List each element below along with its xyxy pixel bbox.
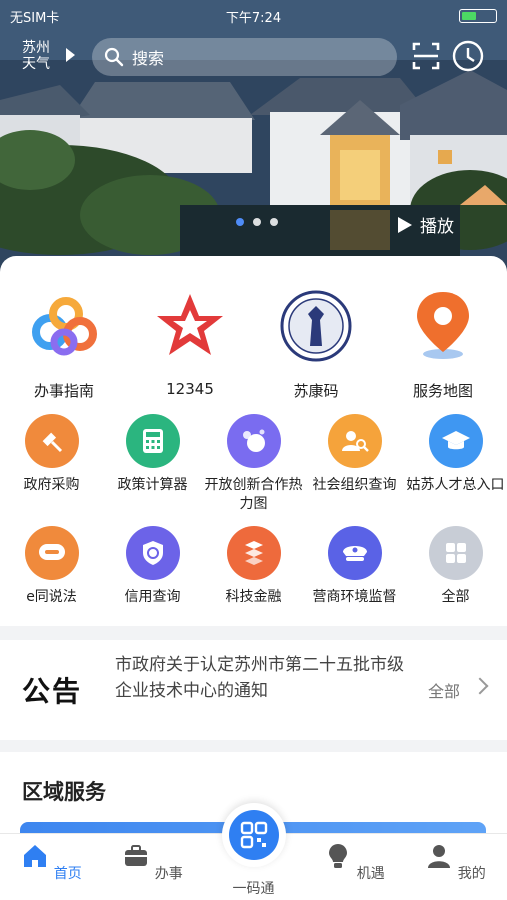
service-law-consult[interactable]: e同说法 xyxy=(1,526,102,607)
police-cap-icon xyxy=(327,526,382,580)
service-map[interactable]: 服务地图 xyxy=(380,286,506,401)
service-label: 科技金融 xyxy=(225,589,282,605)
profile-icon xyxy=(428,845,451,868)
weather-button[interactable]: 苏州天气 xyxy=(22,40,82,72)
service-tech-finance[interactable]: 科技金融 xyxy=(203,526,304,607)
chat-law-icon xyxy=(24,526,79,580)
one-code-button[interactable] xyxy=(222,803,286,867)
carousel-dot xyxy=(236,218,244,226)
finance-icon xyxy=(226,526,281,580)
bubbles-icon xyxy=(226,414,281,468)
clock: 下午7:24 xyxy=(225,10,282,26)
graduation-cap-icon xyxy=(428,414,483,468)
tab-label: 办事 xyxy=(154,866,183,882)
service-business-supervision[interactable]: 营商环境监督 xyxy=(304,526,405,607)
service-label: 办事指南 xyxy=(33,382,94,400)
carousel-indicator xyxy=(236,218,278,226)
tab-label: 一码通 xyxy=(232,881,275,897)
service-label: 全部 xyxy=(441,589,470,605)
briefcase-icon xyxy=(125,845,148,866)
service-label: 开放创新合作热力图 xyxy=(204,477,303,512)
tab-profile[interactable]: 我的 xyxy=(405,842,506,883)
weather-label: 苏州天气 xyxy=(22,40,50,72)
search-placeholder: 搜索 xyxy=(132,49,165,68)
hero-banner[interactable]: 无SIM卡 下午7:24 苏州天气 搜索 播放 xyxy=(0,0,507,275)
tab-label: 机遇 xyxy=(356,866,385,882)
message-icon[interactable] xyxy=(450,38,486,74)
service-label: 信用查询 xyxy=(124,589,181,605)
credit-shield-icon xyxy=(125,526,180,580)
qr-code-icon xyxy=(229,810,279,860)
notice-title: 公告 xyxy=(22,675,83,708)
service-credit-query[interactable]: 信用查询 xyxy=(102,526,203,607)
gavel-icon xyxy=(24,414,79,468)
search-icon xyxy=(104,47,124,67)
service-label: 政府采购 xyxy=(23,477,80,493)
calculator-icon xyxy=(125,414,180,468)
services-card: 办事指南 12345 苏康码 服务地图 政府采购 政策计算器 开放创新合作热力图… xyxy=(0,256,507,626)
tab-opportunity[interactable]: 机遇 xyxy=(304,842,405,883)
service-social-org[interactable]: 社会组织查询 xyxy=(304,414,405,495)
service-health-code[interactable]: 苏康码 xyxy=(253,286,379,401)
notice-text[interactable]: 市政府关于认定苏州市第二十五批市级企业技术中心的通知 xyxy=(115,652,415,704)
tab-label: 首页 xyxy=(53,866,82,882)
lightbulb-icon xyxy=(329,844,348,868)
service-procurement[interactable]: 政府采购 xyxy=(1,414,102,495)
red-star-icon xyxy=(157,294,223,355)
tab-services[interactable]: 办事 xyxy=(102,842,203,883)
play-button[interactable]: 播放 xyxy=(398,212,454,237)
status-bar: 无SIM卡 下午7:24 xyxy=(10,6,497,26)
search-bar[interactable]: 搜索 xyxy=(92,38,397,76)
service-label: 姑苏人才总入口 xyxy=(406,477,505,493)
service-label: 社会组织查询 xyxy=(312,477,397,493)
service-label: 政策计算器 xyxy=(117,477,188,493)
featured-services: 办事指南 12345 苏康码 服务地图 xyxy=(0,286,507,400)
map-pin-icon xyxy=(417,292,469,359)
battery-icon xyxy=(459,9,497,23)
service-label: 营商环境监督 xyxy=(312,589,397,605)
carousel-dot xyxy=(253,218,261,226)
play-triangle-icon xyxy=(66,48,75,62)
play-label: 播放 xyxy=(420,217,454,237)
service-all[interactable]: 全部 xyxy=(405,526,506,607)
service-12345[interactable]: 12345 xyxy=(127,286,253,398)
person-search-icon xyxy=(327,414,382,468)
service-label: 服务地图 xyxy=(412,382,473,400)
service-innovation-heatmap[interactable]: 开放创新合作热力图 xyxy=(203,414,304,514)
notice-bar[interactable]: 公告 市政府关于认定苏州市第二十五批市级企业技术中心的通知 全部 xyxy=(0,640,507,740)
service-label: 苏康码 xyxy=(293,382,339,400)
grid-icon xyxy=(428,526,483,580)
scan-icon[interactable] xyxy=(408,38,444,74)
play-icon xyxy=(398,216,412,233)
carousel-dot xyxy=(270,218,278,226)
notice-more-link[interactable]: 全部 xyxy=(428,678,460,702)
service-guide[interactable]: 办事指南 xyxy=(1,286,127,401)
service-label: 12345 xyxy=(166,380,214,398)
swirl-logo-icon xyxy=(32,297,97,356)
chevron-right-icon xyxy=(471,677,489,695)
service-policy-calculator[interactable]: 政策计算器 xyxy=(102,414,203,495)
service-talent-portal[interactable]: 姑苏人才总入口 xyxy=(405,414,506,495)
service-label: e同说法 xyxy=(26,589,77,605)
home-icon xyxy=(24,845,47,867)
tab-home[interactable]: 首页 xyxy=(1,842,102,883)
section-title: 区域服务 xyxy=(22,780,106,804)
tab-label: 我的 xyxy=(457,866,486,882)
seal-emblem-icon xyxy=(280,290,352,362)
